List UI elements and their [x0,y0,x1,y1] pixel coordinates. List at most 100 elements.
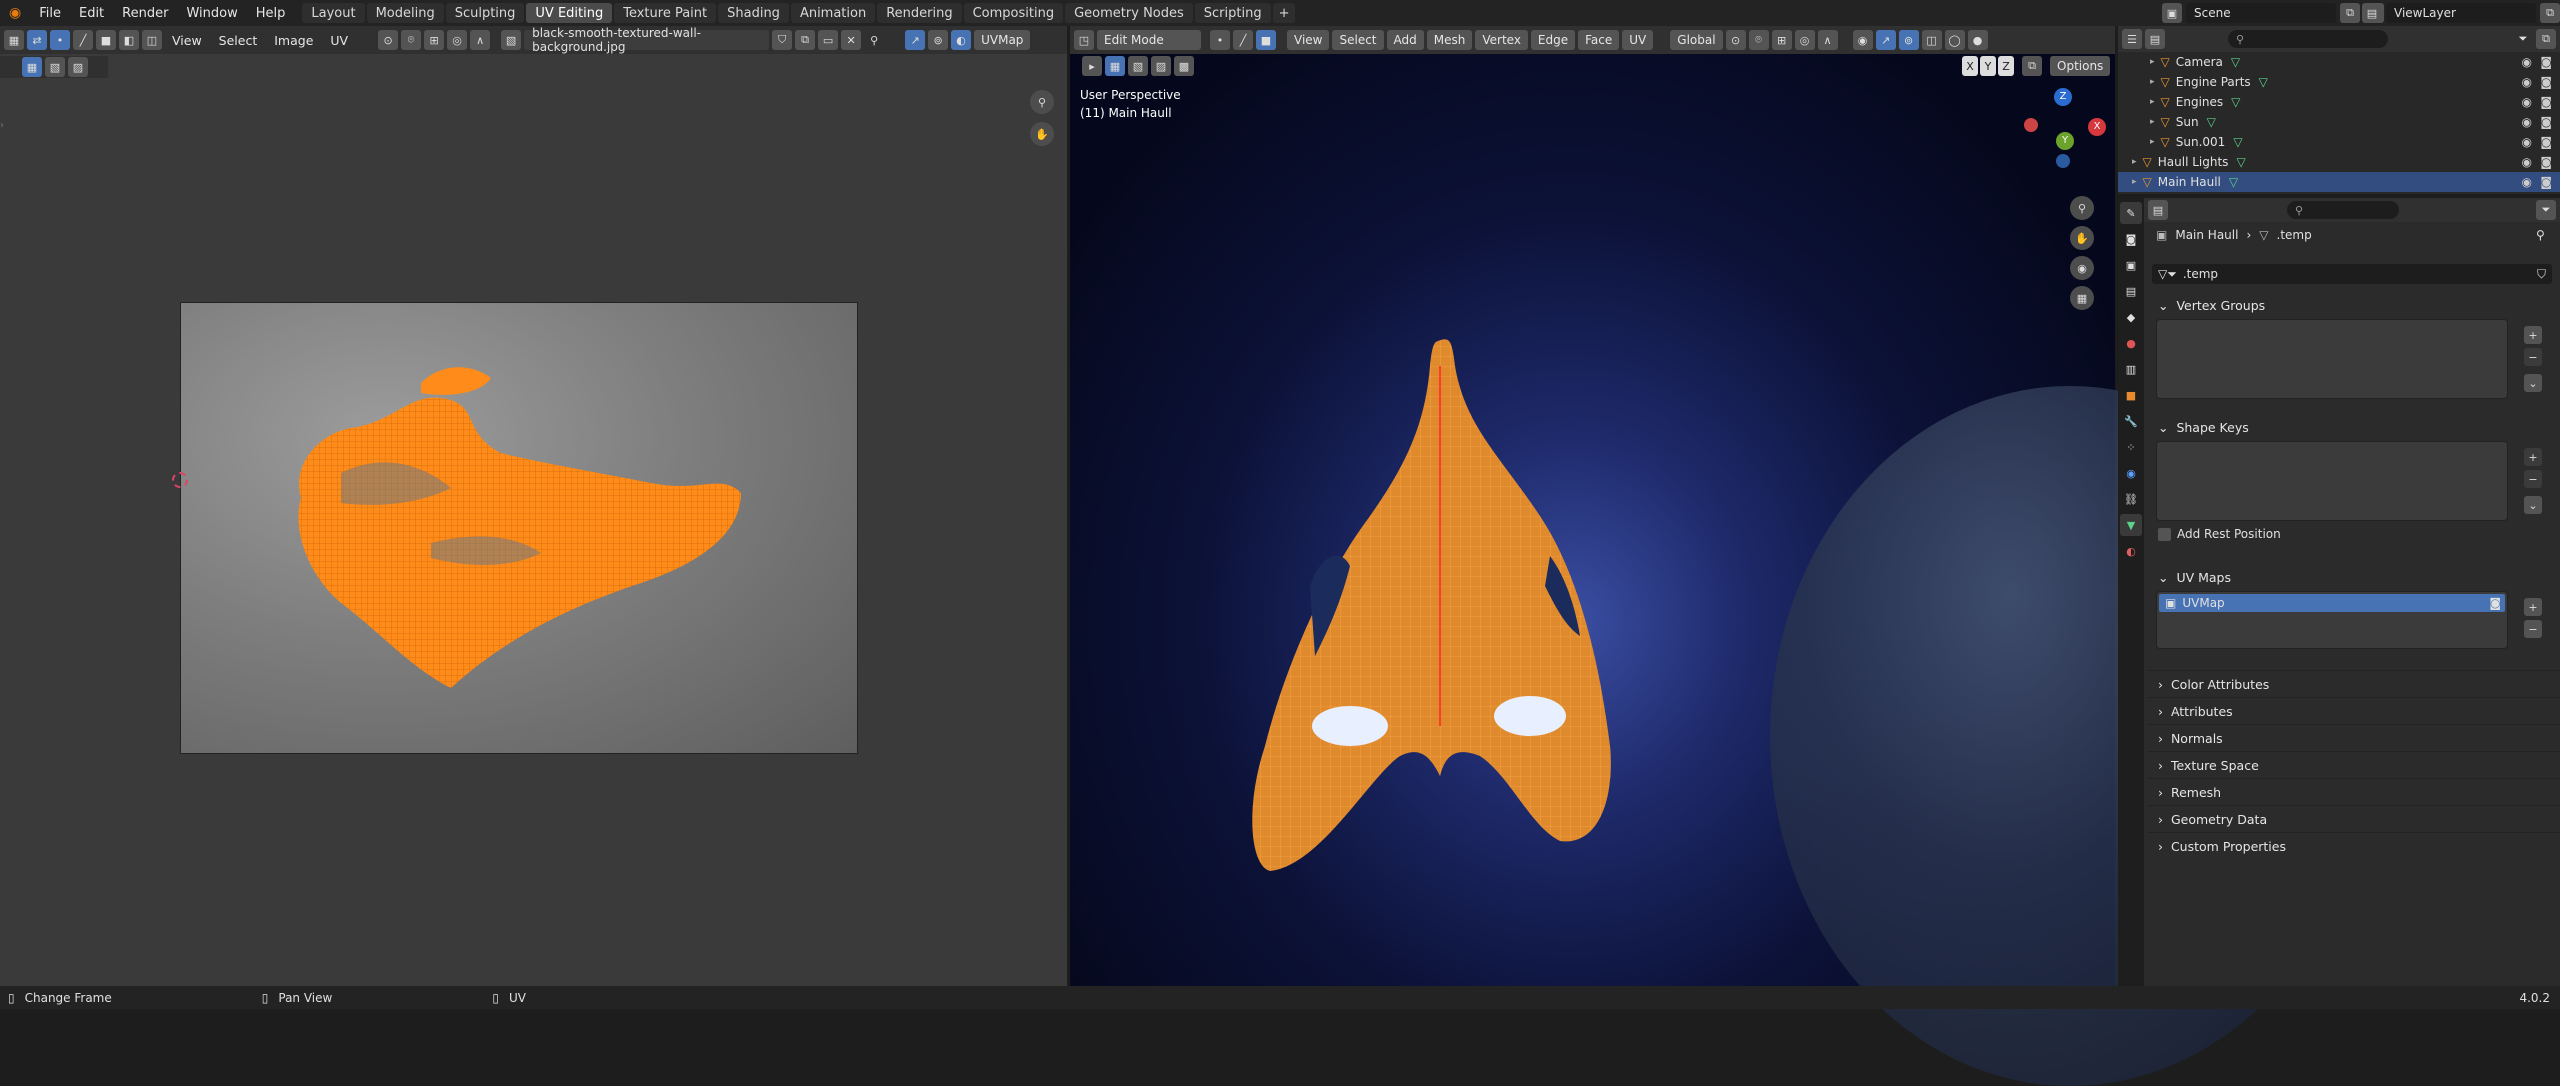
viewport-menu-edge[interactable]: Edge [1530,30,1576,50]
collapsed-panel[interactable]: › Texture Space [2148,751,2560,778]
object-tab-icon[interactable]: ■ [2120,384,2142,406]
tab-animation[interactable]: Animation [790,3,876,23]
expand-arrow-icon[interactable]: ▸ [2132,157,2137,167]
tool-select-box-icon[interactable]: ▦ [22,57,42,77]
camera-view-icon[interactable]: ◉ [2070,256,2094,280]
tab-layout[interactable]: Layout [302,3,365,23]
viewport-menu-view[interactable]: View [1287,30,1330,50]
outliner-item[interactable]: ▸ ▽ Haull Lights ▽ ◉ ◙ [2118,152,2560,172]
viewport-menu-face[interactable]: Face [1578,30,1620,50]
remove-vertex-group-icon[interactable]: − [2524,348,2542,366]
sticky-select-icon[interactable]: ◫ [142,30,162,50]
filter-icon[interactable]: ⏷ [2513,29,2533,49]
collapsed-panel[interactable]: › Attributes [2148,697,2560,724]
expand-arrow-icon[interactable]: ▸ [2150,117,2155,127]
collapsed-panel[interactable]: › Geometry Data [2148,805,2560,832]
collapsed-panel[interactable]: › Normals [2148,724,2560,751]
menu-render[interactable]: Render [113,6,177,21]
render-camera-icon[interactable]: ◙ [2540,155,2552,169]
overlays-icon[interactable]: ⊚ [1898,30,1919,50]
unlink-image-icon[interactable]: ✕ [841,30,862,50]
mesh-data-field[interactable]: ▽⏷ .temp ⛉ [2152,264,2552,284]
pivot-point-icon[interactable]: ⊙ [1725,30,1746,50]
snap-icon[interactable]: ⌾ [401,30,422,50]
gizmo-toggle-icon[interactable]: ↗ [1875,30,1896,50]
viewlayer-field[interactable]: ViewLayer [2386,3,2536,23]
data-tab-icon[interactable]: ▼ [2120,514,2142,536]
editor-type-icon[interactable]: ▦ [4,30,24,50]
vertex-groups-list[interactable] [2156,319,2508,399]
tool-box-invert-icon[interactable]: ▩ [1174,56,1194,76]
hide-eye-icon[interactable]: ◉ [2522,55,2532,69]
tool-select-extend-icon[interactable]: ▧ [45,57,65,77]
new-image-icon[interactable]: ⧉ [795,30,816,50]
add-vertex-group-icon[interactable]: + [2524,326,2542,344]
edge-mode-icon[interactable]: ╱ [1233,30,1253,50]
wireframe-shading-icon[interactable]: ◯ [1944,30,1965,50]
viewlayer-new-icon[interactable]: ⧉ [2540,3,2560,23]
gizmo-neg-x[interactable] [2024,118,2038,132]
add-rest-position-checkbox[interactable] [2158,527,2171,541]
image-browse-icon[interactable]: ▧ [501,30,522,50]
render-camera-icon[interactable]: ◙ [2540,55,2552,69]
transform-orientation-dropdown[interactable]: Global [1670,30,1723,50]
expand-arrow-icon[interactable]: ▸ [2150,57,2155,67]
mode-dropdown[interactable]: Edit Mode [1097,30,1201,50]
outliner-item[interactable]: ▸ ▽ Camera ▽ ◉ ◙ [2118,52,2560,72]
fake-user-shield-icon[interactable]: ⛉ [2537,267,2546,282]
tab-compositing[interactable]: Compositing [963,3,1064,23]
hide-eye-icon[interactable]: ◉ [2522,95,2532,109]
options-dropdown[interactable]: Options [2050,56,2111,76]
vertex-groups-header[interactable]: ⌄ Vertex Groups [2148,292,2560,319]
tab-modeling[interactable]: Modeling [366,3,444,23]
tab-uv-editing[interactable]: UV Editing [526,3,613,23]
mesh-browse-icon[interactable]: ▽⏷ [2158,267,2177,282]
material-tab-icon[interactable]: ◐ [2120,540,2142,562]
uv-menu-image[interactable]: Image [267,33,320,48]
tab-shading[interactable]: Shading [718,3,789,23]
axis-y-toggle[interactable]: Y [1980,56,1996,76]
hide-eye-icon[interactable]: ◉ [2522,115,2532,129]
viewport-menu-select[interactable]: Select [1332,30,1384,50]
menu-window[interactable]: Window [177,6,246,21]
snapping-icon[interactable]: ⌾ [1748,30,1769,50]
tab-geometry-nodes[interactable]: Geometry Nodes [1065,3,1193,23]
xray-icon[interactable]: ◫ [1921,30,1942,50]
gizmo-z-axis[interactable]: Z [2054,88,2072,106]
uv-map-dropdown[interactable]: UVMap [974,30,1031,50]
viewport-pan-icon[interactable]: ✋ [2070,226,2094,250]
tab-texture-paint[interactable]: Texture Paint [614,3,717,23]
view-layer-tab-icon[interactable]: ▤ [2120,280,2142,302]
vertex-select-icon[interactable]: • [50,30,70,50]
zoom-icon[interactable]: ⚲ [1030,90,1054,114]
remove-uv-map-icon[interactable]: − [2524,620,2542,638]
constraints-tab-icon[interactable]: ⛓ [2120,488,2142,510]
pivot-icon[interactable]: ⊙ [378,30,399,50]
solid-shading-icon[interactable]: ● [1967,30,1988,50]
remove-shape-key-icon[interactable]: − [2524,470,2542,488]
render-camera-icon[interactable]: ◙ [2540,75,2552,89]
display-mode-icon[interactable]: ▤ [2145,29,2165,49]
uv-menu-select[interactable]: Select [212,33,265,48]
tool-arrow-icon[interactable]: ▸ [1082,56,1102,76]
pin-icon[interactable]: ⚲ [864,30,884,50]
outliner-item[interactable]: ▸ ▽ Sun ▽ ◉ ◙ [2118,112,2560,132]
new-collection-icon[interactable]: ⧉ [2536,29,2556,49]
hide-eye-icon[interactable]: ◉ [2522,135,2532,149]
2d-cursor-icon[interactable] [172,472,188,488]
sync-selection-icon[interactable]: ⇄ [27,30,47,50]
world-tab-icon[interactable]: ● [2120,332,2142,354]
render-tab-icon[interactable]: ◙ [2120,228,2142,250]
pin-properties-icon[interactable]: ⚲ [2536,228,2545,242]
overlay-icon[interactable]: ⊚ [928,30,949,50]
outliner-item[interactable]: ▸ ▽ Sun.001 ▽ ◉ ◙ [2118,132,2560,152]
outliner-item[interactable]: ▸ ▽ Main Haull ▽ ◉ ◙ [2118,172,2560,192]
axis-x-toggle[interactable]: X [1962,56,1978,76]
output-tab-icon[interactable]: ▣ [2120,254,2142,276]
snap-target-icon[interactable]: ⊞ [424,30,445,50]
hide-eye-icon[interactable]: ◉ [2522,75,2532,89]
uv-map-item[interactable]: ▣ UVMap ◙ [2159,594,2505,612]
render-camera-icon[interactable]: ◙ [2540,95,2552,109]
ortho-toggle-icon[interactable]: ▦ [2070,286,2094,310]
fake-user-icon[interactable]: ⛉ [772,30,793,50]
